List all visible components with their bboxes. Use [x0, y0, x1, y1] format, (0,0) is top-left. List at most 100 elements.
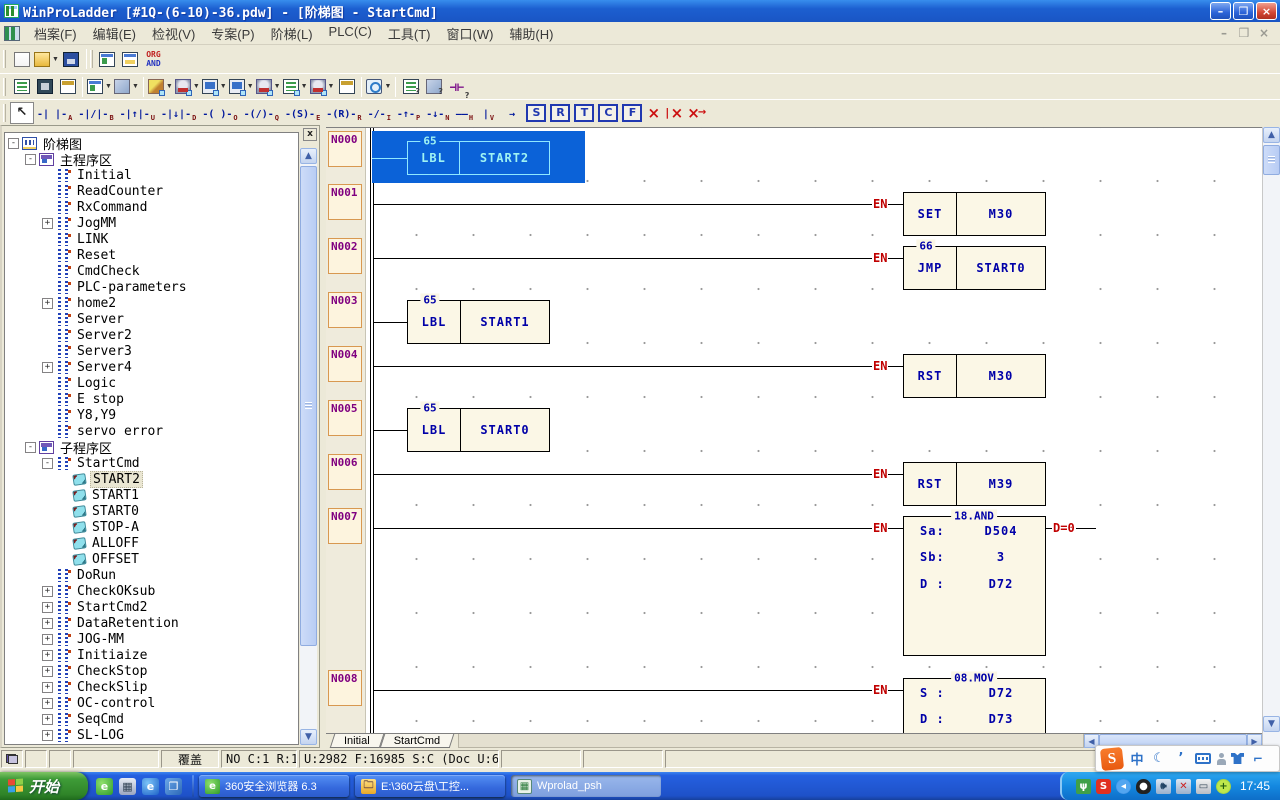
tray-360-icon[interactable]: S [1096, 779, 1111, 794]
network-label-n006[interactable]: N006 [328, 454, 362, 490]
tree-item-label[interactable]: JOG-MM [75, 632, 126, 647]
menu-item-0[interactable]: 档案(F) [26, 21, 85, 46]
dropdown-arrow-icon[interactable]: ▼ [220, 83, 227, 90]
tree-item-JogMM[interactable]: + JogMM [5, 215, 298, 231]
table-edit-button[interactable] [335, 76, 358, 98]
tree-item-label[interactable]: STOP-A [90, 520, 141, 535]
tree-item-Initial[interactable]: Initial [5, 167, 298, 183]
ladder-element-button-arrow[interactable]: → [500, 102, 524, 124]
taskbar-button-360browser[interactable]: e 360安全浏览器 6.3 [199, 775, 349, 797]
tree-item-label[interactable]: CheckStop [75, 664, 149, 679]
tree-item-CmdCheck[interactable]: CmdCheck [5, 263, 298, 279]
tree-item-RxCommand[interactable]: RxCommand [5, 199, 298, 215]
tree-expand-icon[interactable]: + [42, 618, 53, 629]
quicklaunch-show-desktop-icon[interactable]: ❐ [165, 778, 182, 795]
quicklaunch-ie-icon[interactable]: e [142, 778, 159, 795]
network-label-n003[interactable]: N003 [328, 292, 362, 328]
set-box-m30[interactable]: SET M30 [903, 192, 1046, 236]
tree-item-home2[interactable]: +home2 [5, 295, 298, 311]
ladder-element-button-O[interactable]: -( )-O [199, 102, 240, 124]
ladder-element-button-N[interactable]: -↓-N [423, 102, 452, 124]
ladder-element-button-V[interactable]: |V [476, 102, 500, 124]
tree-collapse-icon[interactable]: - [25, 154, 36, 165]
ime-settings-icon[interactable]: ⌐ [1250, 752, 1266, 766]
ladder-element-button-E[interactable]: -(S)-E [282, 102, 323, 124]
chip-button[interactable] [33, 76, 56, 98]
open-file-button[interactable]: ▼ [33, 48, 60, 70]
tree-item-CheckSlip[interactable]: +CheckSlip [5, 679, 298, 695]
scroll-up-button[interactable]: ▲ [1263, 127, 1280, 143]
tree-item-Reset[interactable]: Reset [5, 247, 298, 263]
menu-item-4[interactable]: 阶梯(L) [263, 21, 321, 46]
scroll-down-button[interactable]: ▼ [1263, 716, 1280, 732]
pointer-tool-button[interactable]: ↖ [10, 102, 34, 124]
tree-item-label[interactable]: START1 [90, 488, 141, 503]
function-box-button-C[interactable]: C [598, 104, 618, 122]
taskbar-button-explorer[interactable]: 🗀 E:\360云盘\工控... [355, 775, 505, 797]
ladder-element-button-I[interactable]: -/-I [365, 102, 394, 124]
tree-item-label[interactable]: JogMM [75, 216, 118, 231]
tree-item-label[interactable]: StartCmd2 [75, 600, 149, 615]
delete-element-button[interactable]: × [647, 104, 658, 122]
zoom-button[interactable]: ▼ [365, 76, 392, 98]
tree-item-label[interactable]: StartCmd [75, 456, 142, 471]
ime-chinese-mode-icon[interactable]: 中 [1129, 749, 1145, 768]
tree-item-阶梯图[interactable]: -阶梯图 [5, 135, 298, 151]
tree-item-StartCmd2[interactable]: + StartCmd2 [5, 599, 298, 615]
ladder-vscrollbar[interactable]: ▲ ▼ [1262, 127, 1280, 748]
tree-item-SeqCmd[interactable]: +SeqCmd [5, 711, 298, 727]
ladder-canvas[interactable]: N000 N001 N002 N003 N004 N005 N006 N007 … [326, 127, 1262, 733]
tree-item-Server[interactable]: Server [5, 311, 298, 327]
tree-item-label[interactable]: Server4 [75, 360, 134, 375]
tree-expand-icon[interactable]: + [42, 714, 53, 725]
tree-item-label[interactable]: Initiaize [75, 648, 149, 663]
instruction-list-button[interactable]: ORGAND [142, 48, 165, 70]
ladder-element-button-D[interactable]: -|↓|-D [158, 102, 199, 124]
tray-qq-icon[interactable]: ● [1136, 779, 1151, 794]
tree-item-Y8,Y9[interactable]: Y8,Y9 [5, 407, 298, 423]
close-button[interactable]: × [1256, 2, 1277, 20]
dropdown-arrow-icon[interactable]: ▼ [166, 83, 173, 90]
help-ladder-button[interactable]: ? [422, 76, 445, 98]
tray-network-error-icon[interactable]: ✕ [1176, 779, 1191, 794]
tree-item-label[interactable]: DataRetention [75, 616, 181, 631]
network-label-n000[interactable]: N000 [328, 131, 362, 167]
tree-item-JOG-MM[interactable]: +JOG-MM [5, 631, 298, 647]
tree-item-label[interactable]: OC-control [75, 696, 157, 711]
tree-item-SL-LOG[interactable]: +SL-LOG [5, 727, 298, 743]
dropdown-arrow-icon[interactable]: ▼ [247, 83, 254, 90]
tree-item-label[interactable]: DoRun [75, 568, 118, 583]
tray-usb-icon[interactable]: ψ [1076, 779, 1091, 794]
transfer-button[interactable] [10, 76, 33, 98]
and-function-box[interactable]: Sa: D504 Sb: 3 D : D72 [903, 516, 1046, 656]
menu-item-2[interactable]: 检视(V) [144, 21, 203, 46]
tree-item-CheckStop[interactable]: + CheckStop [5, 663, 298, 679]
scroll-down-button[interactable]: ▼ [300, 729, 317, 745]
tree-item-label[interactable]: Reset [75, 248, 118, 263]
tree-item-START2[interactable]: START2 [5, 471, 298, 487]
project-window-button[interactable] [96, 48, 119, 70]
lbl-box-start0[interactable]: LBL START0 [407, 408, 550, 452]
new-file-button[interactable] [10, 48, 33, 70]
function-box-button-T[interactable]: T [574, 104, 594, 122]
dropdown-arrow-icon[interactable]: ▼ [105, 83, 112, 90]
tree-expand-icon[interactable]: + [42, 666, 53, 677]
ladder-element-button-Q[interactable]: -(/)-Q [241, 102, 282, 124]
tray-rotate-icon[interactable]: ◂ [1116, 779, 1131, 794]
ime-punctuation-icon[interactable]: ’ [1173, 751, 1189, 766]
tree-expand-icon[interactable]: + [42, 602, 53, 613]
tab-initial[interactable]: Initial [332, 734, 382, 748]
tree-item-Initiaize[interactable]: +Initiaize [5, 647, 298, 663]
tree-item-label[interactable]: 主程序区 [58, 150, 114, 169]
ladder-element-button-U[interactable]: -|↑|-U [117, 102, 158, 124]
run-plc-button[interactable]: ▼ [174, 76, 201, 98]
tree-item-label[interactable]: ReadCounter [75, 184, 165, 199]
tree-expand-icon[interactable]: + [42, 298, 53, 309]
dropdown-arrow-icon[interactable]: ▼ [384, 83, 391, 90]
tree-item-Server4[interactable]: +Server4 [5, 359, 298, 375]
tree-expand-icon[interactable]: + [42, 218, 53, 229]
status-list-button[interactable]: ▼ [282, 76, 309, 98]
mdi-minimize-button[interactable]: – [1216, 26, 1232, 40]
dropdown-arrow-icon[interactable]: ▼ [301, 83, 308, 90]
help-contact-button[interactable]: ⊣⊢? [445, 76, 468, 98]
